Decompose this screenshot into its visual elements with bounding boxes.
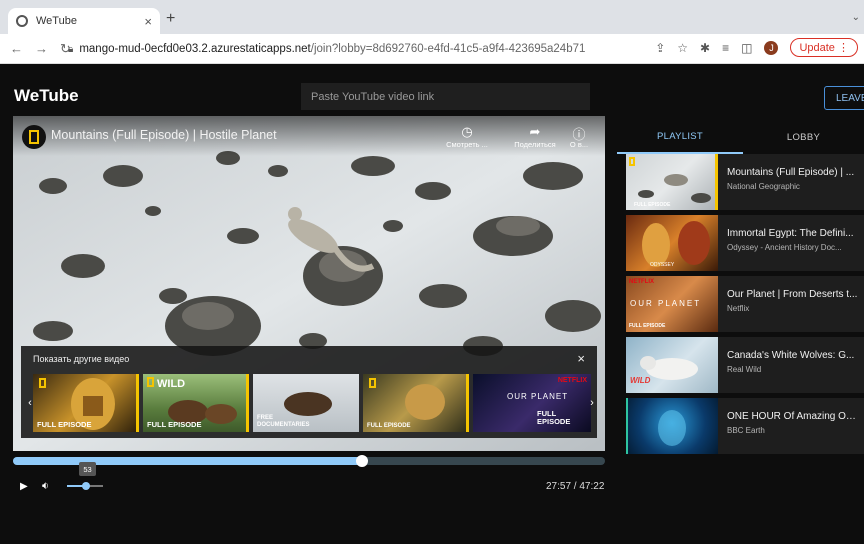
tab-close-icon[interactable]: × bbox=[144, 14, 152, 29]
update-label: Update bbox=[799, 42, 835, 54]
bookmark-star-icon[interactable]: ☆ bbox=[677, 41, 688, 55]
tab-title: WeTube bbox=[36, 15, 77, 27]
more-video-thumb[interactable]: NETFLIX OUR PLANET FULL EPISODE bbox=[473, 374, 591, 432]
chevron-right-icon[interactable]: › bbox=[585, 396, 599, 410]
side-panel-icon[interactable]: ◫ bbox=[741, 41, 752, 55]
info-label: О в... bbox=[569, 140, 589, 149]
thumb-label: OUR PLANET bbox=[630, 299, 702, 308]
thumb-label: FREE DOCUMENTARIES bbox=[257, 415, 310, 428]
volume-thumb[interactable] bbox=[82, 482, 91, 490]
back-icon[interactable]: ← bbox=[10, 41, 23, 56]
progress-fill bbox=[13, 457, 362, 465]
clock-icon: ◷ bbox=[461, 124, 473, 139]
play-icon[interactable]: ▶ bbox=[20, 481, 28, 492]
browser-toolbar: ← → ↻ 🔒︎ mango-mud-0ecfd0e03.2.azurestat… bbox=[0, 34, 864, 64]
thumb-accent bbox=[246, 374, 249, 432]
extensions-icon[interactable]: ✱ bbox=[700, 41, 710, 55]
sidebar-tabs: PLAYLIST LOBBY bbox=[617, 120, 864, 154]
playlist-item-title: ONE HOUR Of Amazing Oc... bbox=[727, 411, 859, 422]
thumb-label: FULL EPISODE bbox=[147, 420, 202, 429]
browser-tab[interactable]: WeTube × bbox=[8, 8, 160, 34]
playlist-item-channel: Netflix bbox=[727, 304, 750, 313]
thumb-accent bbox=[715, 154, 718, 210]
more-videos-title: Показать другие видео bbox=[33, 354, 130, 364]
info-button[interactable]: ⓘ О в... bbox=[549, 124, 605, 149]
video-link-input[interactable] bbox=[301, 83, 590, 110]
thumb-label: FULL EPISODE bbox=[537, 409, 571, 426]
ocean-thumbnail bbox=[658, 410, 686, 446]
netflix-badge: NETFLIX bbox=[557, 377, 587, 384]
playlist-item[interactable]: ODYSSEY Immortal Egypt: The Defini... Od… bbox=[626, 215, 864, 271]
thumb-extra: OUR PLANET bbox=[507, 392, 569, 401]
app-logo: WeTube bbox=[14, 86, 79, 105]
thumb-label: ODYSSEY bbox=[650, 262, 675, 268]
playlist-thumb: ODYSSEY bbox=[626, 215, 718, 271]
thumb-label: FULL EPISODE bbox=[367, 423, 411, 429]
thumb-accent bbox=[466, 374, 469, 432]
new-tab-button[interactable]: + bbox=[166, 10, 175, 28]
playlist-thumb: WILD bbox=[626, 337, 718, 393]
info-icon: ⓘ bbox=[572, 127, 586, 142]
more-videos-panel: Показать другие видео × ‹ FULL EPISODE W… bbox=[21, 346, 597, 438]
watch-later-label: Смотреть ... bbox=[446, 140, 488, 149]
natgeo-channel-icon[interactable] bbox=[22, 125, 46, 149]
lock-icon[interactable]: 🔒︎ bbox=[68, 44, 73, 55]
more-video-thumb[interactable]: FULL EPISODE bbox=[363, 374, 469, 432]
playlist-thumb bbox=[626, 398, 718, 454]
playlist-thumb: FULL EPISODE bbox=[626, 154, 718, 210]
tab-lobby[interactable]: LOBBY bbox=[743, 120, 864, 154]
tab-search-icon[interactable]: ⌄ bbox=[852, 12, 860, 23]
netflix-badge: NETFLIX bbox=[629, 279, 654, 285]
playlist-item-title: Canada's White Wolves: G... bbox=[727, 350, 855, 361]
playlist-item[interactable]: ONE HOUR Of Amazing Oc... BBC Earth bbox=[626, 398, 864, 454]
playlist-thumb: NETFLIX OUR PLANET FULL EPISODE bbox=[626, 276, 718, 332]
thumb-label: FULL EPISODE bbox=[634, 202, 671, 208]
playlist-item[interactable]: FULL EPISODE Mountains (Full Episode) | … bbox=[626, 154, 864, 210]
time-display: 27:57 / 47:22 bbox=[546, 481, 605, 492]
share-page-icon[interactable]: ⇪ bbox=[655, 41, 665, 55]
volume-slider[interactable] bbox=[67, 482, 103, 490]
video-title[interactable]: Mountains (Full Episode) | Hostile Plane… bbox=[51, 128, 277, 142]
reading-list-icon[interactable]: ≡ bbox=[722, 41, 729, 55]
playlist-item-channel: National Geographic bbox=[727, 182, 800, 191]
leave-button[interactable]: LEAVE bbox=[824, 86, 864, 110]
thumb-label: FULL EPISODE bbox=[37, 420, 92, 429]
volume-icon[interactable]: 🔉︎ bbox=[42, 480, 49, 493]
more-video-thumb[interactable]: WILD FULL EPISODE bbox=[143, 374, 249, 432]
close-icon[interactable]: × bbox=[577, 351, 585, 366]
thumb-accent bbox=[136, 374, 139, 432]
url-path: /join?lobby=8d692760-e4fd-41c5-a9f4-4236… bbox=[310, 43, 586, 55]
progress-thumb[interactable] bbox=[355, 455, 368, 467]
tab-playlist[interactable]: PLAYLIST bbox=[617, 120, 743, 154]
update-button[interactable]: Update ⋮ bbox=[790, 38, 858, 57]
playlist-item[interactable]: WILD Canada's White Wolves: G... Real Wi… bbox=[626, 337, 864, 393]
thumb-accent bbox=[626, 398, 628, 454]
playlist-item-title: Immortal Egypt: The Defini... bbox=[727, 228, 854, 239]
playlist-item-title: Our Planet | From Deserts t... bbox=[727, 289, 858, 300]
video-player[interactable]: Mountains (Full Episode) | Hostile Plane… bbox=[13, 116, 605, 451]
playlist-item-channel: Odyssey - Ancient History Doc... bbox=[727, 243, 842, 252]
playlist-item[interactable]: NETFLIX OUR PLANET FULL EPISODE Our Plan… bbox=[626, 276, 864, 332]
progress-slider[interactable] bbox=[13, 455, 605, 467]
watch-later-button[interactable]: ◷ Смотреть ... bbox=[437, 124, 497, 149]
playlist-item-channel: BBC Earth bbox=[727, 426, 765, 435]
forward-icon[interactable]: → bbox=[35, 41, 48, 56]
profile-avatar[interactable]: J bbox=[764, 40, 779, 55]
volume-tooltip: 53 bbox=[79, 462, 96, 476]
browser-tabbar: WeTube × + ⌄ bbox=[0, 0, 864, 34]
more-video-thumb[interactable]: FREE DOCUMENTARIES bbox=[253, 374, 359, 432]
thumb-label: WILD bbox=[630, 376, 651, 385]
wetube-app: WeTube LEAVE bbox=[0, 64, 864, 544]
natgeo-logo-icon bbox=[629, 157, 635, 166]
more-video-thumb[interactable]: FULL EPISODE bbox=[33, 374, 139, 432]
tab-favicon-icon bbox=[16, 15, 28, 27]
playlist-item-channel: Real Wild bbox=[727, 365, 762, 374]
playlist-item-title: Mountains (Full Episode) | ... bbox=[727, 167, 855, 178]
address-bar[interactable]: 🔒︎ mango-mud-0ecfd0e03.2.azurestaticapps… bbox=[68, 38, 678, 60]
url-host: mango-mud-0ecfd0e03.2.azurestaticapps.ne… bbox=[79, 43, 311, 55]
thumb-sub-label: FULL EPISODE bbox=[629, 323, 666, 329]
